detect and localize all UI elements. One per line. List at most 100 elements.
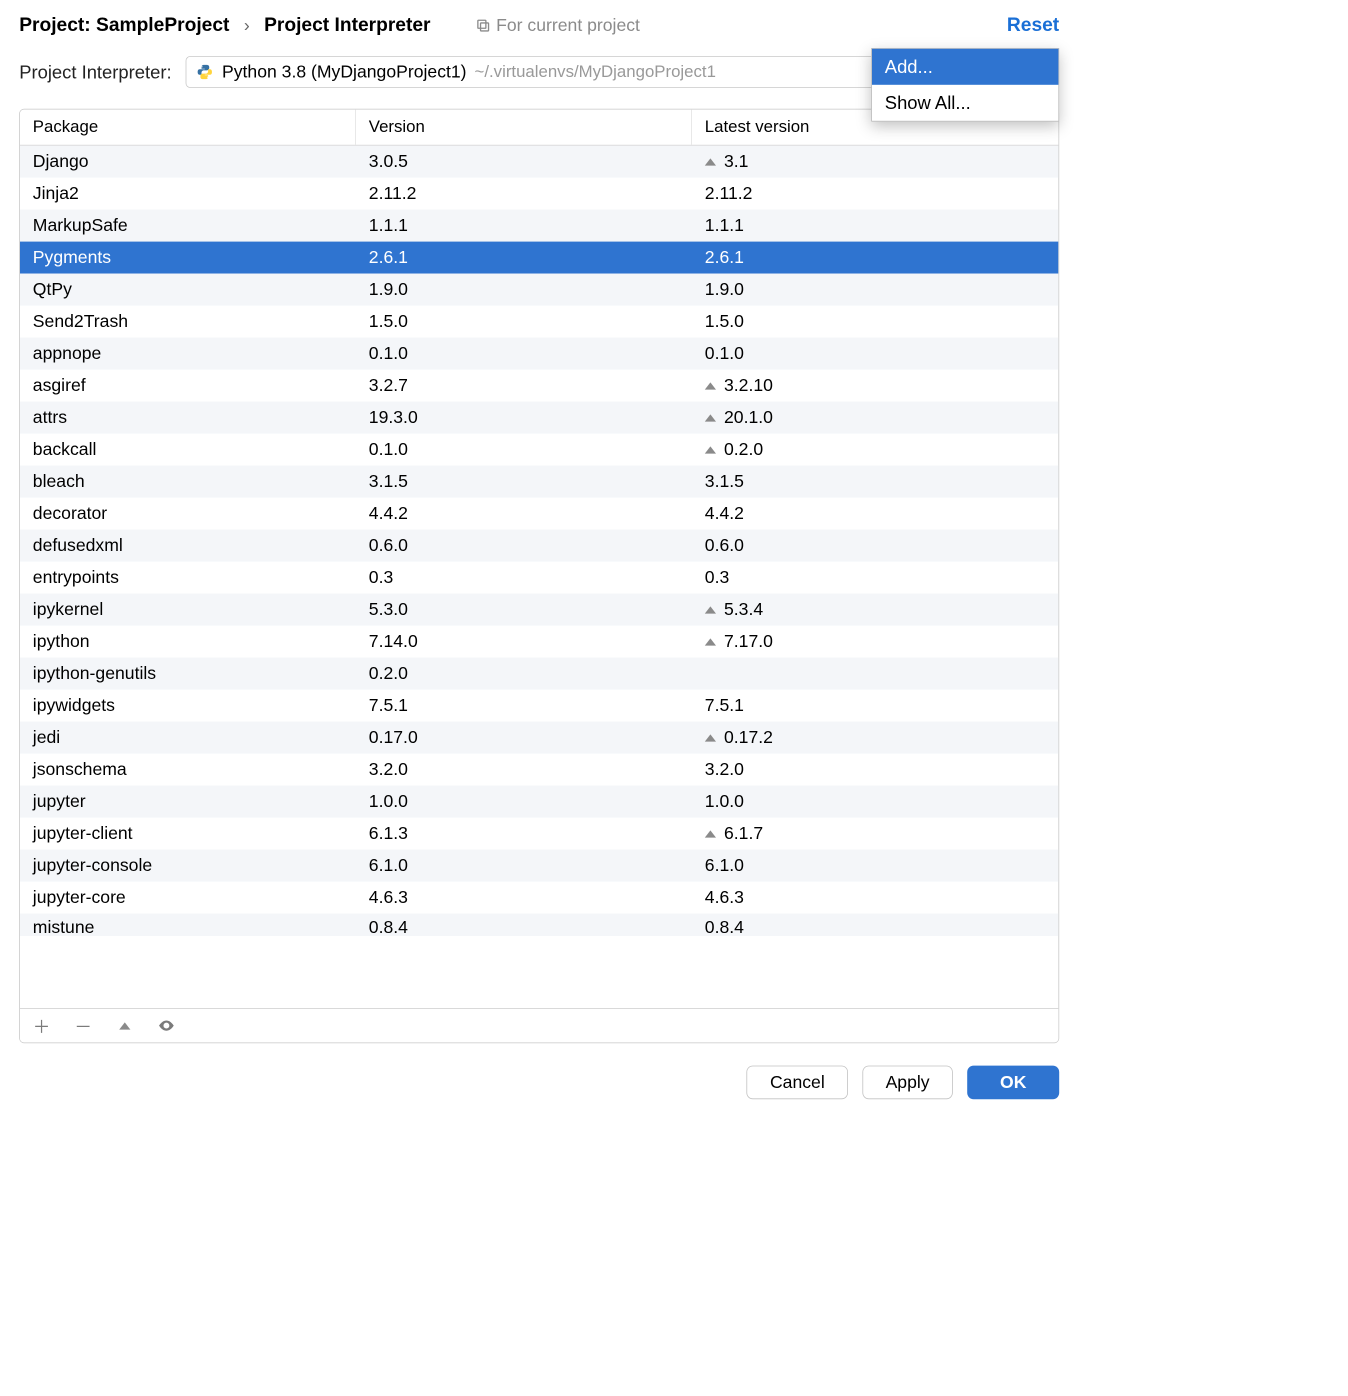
- package-version: 0.1.0: [356, 439, 692, 460]
- table-row[interactable]: appnope0.1.00.1.0: [20, 338, 1058, 370]
- table-row[interactable]: Send2Trash1.5.01.5.0: [20, 306, 1058, 338]
- package-name: jedi: [20, 727, 356, 748]
- package-name: appnope: [20, 343, 356, 364]
- package-latest: 3.2.0: [692, 759, 1058, 780]
- package-version: 0.6.0: [356, 535, 692, 556]
- latest-version-text: 20.1.0: [724, 407, 773, 428]
- table-row[interactable]: jedi0.17.0 0.17.2: [20, 722, 1058, 754]
- breadcrumb-page: Project Interpreter: [264, 14, 430, 36]
- add-package-button[interactable]: ＋: [31, 1015, 52, 1036]
- package-name: Pygments: [20, 247, 356, 268]
- latest-version-text: 7.17.0: [724, 631, 773, 652]
- upgrade-package-button[interactable]: [114, 1015, 135, 1036]
- upgrade-available-icon: [705, 638, 716, 645]
- package-latest: 3.2.10: [692, 375, 1058, 396]
- table-row[interactable]: entrypoints0.30.3: [20, 562, 1058, 594]
- latest-version-text: 3.2.0: [705, 759, 744, 780]
- copy-icon: [475, 18, 491, 34]
- table-row[interactable]: decorator4.4.24.4.2: [20, 498, 1058, 530]
- package-latest: 5.3.4: [692, 599, 1058, 620]
- package-latest: 0.17.2: [692, 727, 1058, 748]
- table-row[interactable]: backcall0.1.00.2.0: [20, 434, 1058, 466]
- column-package[interactable]: Package: [20, 110, 356, 145]
- table-row[interactable]: Jinja22.11.22.11.2: [20, 178, 1058, 210]
- package-name: asgiref: [20, 375, 356, 396]
- package-version: 2.11.2: [356, 183, 692, 204]
- interpreter-label: Project Interpreter:: [19, 61, 171, 83]
- package-version: 3.0.5: [356, 151, 692, 172]
- upgrade-available-icon: [705, 446, 716, 453]
- cancel-button[interactable]: Cancel: [747, 1066, 848, 1100]
- breadcrumb-project-prefix: Project:: [19, 14, 90, 36]
- dropdown-show-all[interactable]: Show All...: [872, 85, 1058, 121]
- package-latest: 3.1: [692, 151, 1058, 172]
- package-name: bleach: [20, 471, 356, 492]
- table-row[interactable]: ipykernel5.3.0 5.3.4: [20, 594, 1058, 626]
- package-latest: 0.1.0: [692, 343, 1058, 364]
- table-row[interactable]: ipywidgets7.5.17.5.1: [20, 690, 1058, 722]
- package-latest: 0.2.0: [692, 439, 1058, 460]
- latest-version-text: 0.6.0: [705, 535, 744, 556]
- upgrade-available-icon: [705, 158, 716, 165]
- package-name: jsonschema: [20, 759, 356, 780]
- interpreter-path: ~/.virtualenvs/MyDjangoProject1: [475, 62, 716, 81]
- table-row[interactable]: jsonschema3.2.03.2.0: [20, 754, 1058, 786]
- table-row[interactable]: Django3.0.53.1: [20, 146, 1058, 178]
- package-latest: 3.1.5: [692, 471, 1058, 492]
- package-latest: 0.8.4: [692, 917, 1058, 936]
- table-body: Django3.0.53.1Jinja22.11.22.11.2MarkupSa…: [20, 146, 1058, 1008]
- package-latest: 1.5.0: [692, 311, 1058, 332]
- apply-button[interactable]: Apply: [862, 1066, 952, 1100]
- table-row[interactable]: jupyter1.0.01.0.0: [20, 786, 1058, 818]
- upgrade-available-icon: [705, 734, 716, 741]
- latest-version-text: 0.17.2: [724, 727, 773, 748]
- remove-package-button[interactable]: －: [73, 1015, 94, 1036]
- table-row[interactable]: asgiref3.2.73.2.10: [20, 370, 1058, 402]
- latest-version-text: 3.1.5: [705, 471, 744, 492]
- package-latest: 6.1.0: [692, 855, 1058, 876]
- latest-version-text: 0.1.0: [705, 343, 744, 364]
- package-name: ipykernel: [20, 599, 356, 620]
- table-row[interactable]: bleach3.1.53.1.5: [20, 466, 1058, 498]
- table-row[interactable]: jupyter-client6.1.36.1.7: [20, 818, 1058, 850]
- upgrade-available-icon: [705, 382, 716, 389]
- package-version: 0.17.0: [356, 727, 692, 748]
- package-name: jupyter-console: [20, 855, 356, 876]
- package-latest: 1.0.0: [692, 791, 1058, 812]
- package-version: 4.6.3: [356, 887, 692, 908]
- latest-version-text: 5.3.4: [724, 599, 763, 620]
- package-name: ipywidgets: [20, 695, 356, 716]
- package-version: 5.3.0: [356, 599, 692, 620]
- table-row[interactable]: jupyter-console6.1.06.1.0: [20, 850, 1058, 882]
- package-version: 6.1.0: [356, 855, 692, 876]
- table-row[interactable]: Pygments2.6.12.6.1: [20, 242, 1058, 274]
- scope-label: For current project: [475, 15, 640, 36]
- table-row[interactable]: QtPy1.9.01.9.0: [20, 274, 1058, 306]
- package-version: 7.5.1: [356, 695, 692, 716]
- package-latest: 1.9.0: [692, 279, 1058, 300]
- package-latest: 2.11.2: [692, 183, 1058, 204]
- package-latest: 20.1.0: [692, 407, 1058, 428]
- package-version: 4.4.2: [356, 503, 692, 524]
- package-latest: 4.4.2: [692, 503, 1058, 524]
- latest-version-text: 2.6.1: [705, 247, 744, 268]
- dialog-footer: Cancel Apply OK: [19, 1043, 1059, 1099]
- package-version: 0.1.0: [356, 343, 692, 364]
- reset-link[interactable]: Reset: [1007, 14, 1059, 36]
- table-row[interactable]: mistune0.8.40.8.4: [20, 914, 1058, 936]
- column-version[interactable]: Version: [356, 110, 692, 145]
- table-row[interactable]: ipython7.14.07.17.0: [20, 626, 1058, 658]
- ok-button[interactable]: OK: [967, 1066, 1059, 1100]
- table-row[interactable]: attrs19.3.020.1.0: [20, 402, 1058, 434]
- breadcrumb-root[interactable]: Project: SampleProject: [19, 14, 229, 36]
- show-details-button[interactable]: [156, 1015, 177, 1036]
- table-row[interactable]: jupyter-core4.6.34.6.3: [20, 882, 1058, 914]
- chevron-icon: ›: [241, 15, 253, 36]
- table-row[interactable]: ipython-genutils0.2.0: [20, 658, 1058, 690]
- package-version: 1.0.0: [356, 791, 692, 812]
- table-toolbar: ＋ －: [20, 1008, 1058, 1042]
- dropdown-add[interactable]: Add...: [872, 49, 1058, 85]
- table-row[interactable]: defusedxml0.6.00.6.0: [20, 530, 1058, 562]
- table-row[interactable]: MarkupSafe1.1.11.1.1: [20, 210, 1058, 242]
- package-latest: 4.6.3: [692, 887, 1058, 908]
